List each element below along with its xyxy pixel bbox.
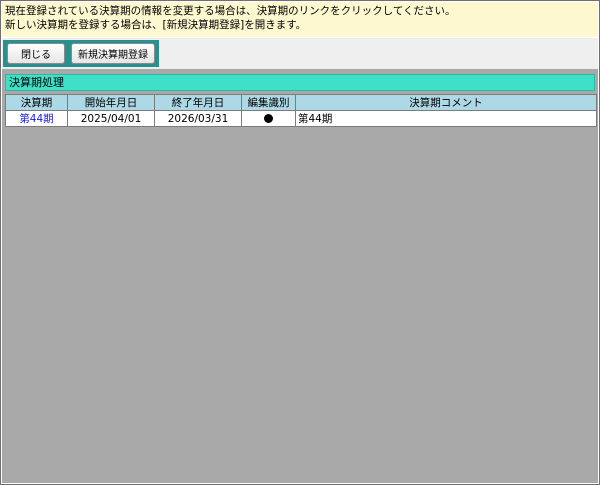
edit-flag-cell: [241, 110, 296, 127]
start-date-cell: 2025/04/01: [67, 110, 155, 127]
end-date-cell: 2026/03/31: [154, 110, 242, 127]
notice-line-2: 新しい決算期を登録する場合は、[新規決算期登録]を開きます。: [5, 19, 307, 31]
period-link[interactable]: 第44期: [19, 113, 53, 125]
instruction-notice: 現在登録されている決算期の情報を変更する場合は、決算期のリンクをクリックしてくだ…: [2, 2, 598, 37]
period-table: 決算期 開始年月日 終了年月日 編集識別 決算期コメント 第44期 2025/0…: [5, 94, 597, 127]
section-title: 決算期処理: [5, 74, 595, 91]
edit-flag-dot-icon: [264, 114, 273, 123]
comment-cell: 第44期: [295, 110, 597, 127]
header-end-date: 終了年月日: [154, 94, 242, 111]
table-row: 第44期 2025/04/01 2026/03/31 第44期: [5, 110, 597, 127]
toolbar: 閉じる 新規決算期登録: [2, 38, 598, 69]
button-group: 閉じる 新規決算期登録: [3, 40, 159, 67]
header-comment: 決算期コメント: [295, 94, 597, 111]
table-header-row: 決算期 開始年月日 終了年月日 編集識別 決算期コメント: [5, 94, 597, 111]
new-period-button[interactable]: 新規決算期登録: [71, 43, 155, 64]
notice-line-1: 現在登録されている決算期の情報を変更する場合は、決算期のリンクをクリックしてくだ…: [5, 5, 456, 17]
close-button[interactable]: 閉じる: [7, 43, 65, 64]
header-start-date: 開始年月日: [67, 94, 155, 111]
period-cell: 第44期: [5, 110, 68, 127]
window-frame: 現在登録されている決算期の情報を変更する場合は、決算期のリンクをクリックしてくだ…: [0, 0, 600, 485]
header-edit-flag: 編集識別: [241, 94, 296, 111]
content-area: 決算期処理 決算期 開始年月日 終了年月日 編集識別 決算期コメント 第44期 …: [2, 69, 598, 483]
header-period: 決算期: [5, 94, 68, 111]
